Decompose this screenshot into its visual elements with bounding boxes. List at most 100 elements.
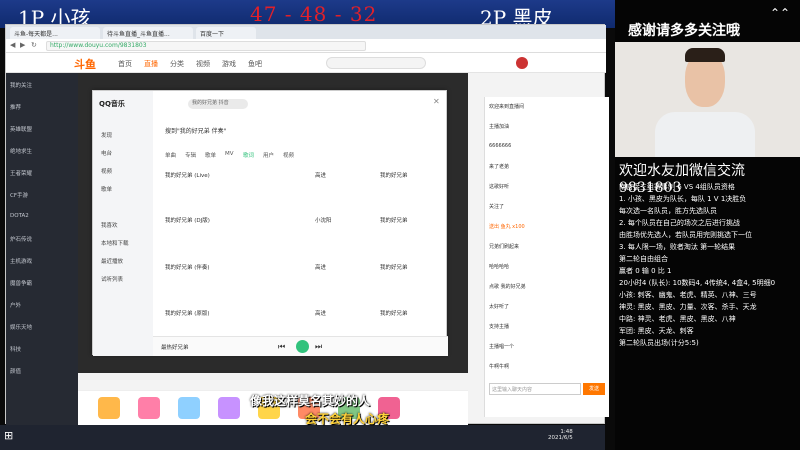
chat-message: 太好听了 xyxy=(489,304,510,310)
song-artist: 高进 xyxy=(315,265,327,271)
chat-message: 哈哈哈哈 xyxy=(489,264,510,270)
sidebar-item[interactable]: 我的关注 xyxy=(10,81,32,89)
chat-message: 6666666 xyxy=(489,143,512,149)
system-clock: 1:48 2021/6/5 xyxy=(548,429,573,441)
tab-3[interactable]: 百度一下 xyxy=(196,27,256,39)
site-logo[interactable]: 斗鱼 xyxy=(74,56,96,72)
rule-line: 由胜场优先选人，若队员用完则挑选下一位 xyxy=(619,231,752,239)
nav-games[interactable]: 游戏 xyxy=(222,59,236,69)
song-title: 我的好兄弟 (原版) xyxy=(165,311,210,317)
qq-search-input[interactable]: 我的好兄弟 抖音 xyxy=(188,99,248,109)
qq-tab[interactable]: MV xyxy=(225,151,234,157)
sidebar-item[interactable]: DOTA2 xyxy=(10,213,29,219)
back-icon[interactable]: ◀ xyxy=(10,41,15,49)
nav-yuba[interactable]: 鱼吧 xyxy=(248,59,262,69)
send-button[interactable]: 发送 xyxy=(583,383,605,395)
sidebar-item[interactable]: 颜值 xyxy=(10,367,21,375)
song-title: 我的好兄弟 (伴奏) xyxy=(165,265,210,271)
rule-line: 中路: 神灵、老虎、黑皮、黑皮、八神 xyxy=(619,315,736,323)
qq-side-item[interactable]: 试听列表 xyxy=(101,275,123,283)
qq-tab[interactable]: 专辑 xyxy=(185,151,196,159)
rule-line: 军团: 黑皮、天龙、刺客 xyxy=(619,327,694,335)
sidebar-item[interactable]: 户外 xyxy=(10,301,21,309)
nav-video[interactable]: 视频 xyxy=(196,59,210,69)
rule-line: 第二轮自由组合 xyxy=(619,255,668,263)
player-bar: 最热好兄弟 ⏮ ⏭ xyxy=(153,336,448,356)
nav-home[interactable]: 首页 xyxy=(118,59,132,69)
sidebar-item[interactable]: 魔兽争霸 xyxy=(10,279,32,287)
sidebar-item[interactable]: 英雄联盟 xyxy=(10,125,32,133)
gift-icon[interactable] xyxy=(98,397,120,419)
song-row[interactable]: 我的好兄弟 (伴奏) 高进 我的好兄弟 xyxy=(165,263,435,271)
song-row[interactable]: 我的好兄弟 (Live) 高进 我的好兄弟 xyxy=(165,171,435,179)
qq-side-item[interactable]: 发现 xyxy=(101,131,112,139)
song-artist: 高进 xyxy=(315,173,327,179)
gift-icon[interactable] xyxy=(218,397,240,419)
qq-tab[interactable]: 用户 xyxy=(263,151,274,159)
webcam-feed xyxy=(615,42,800,157)
sidebar-item[interactable]: 绝地求生 xyxy=(10,147,32,155)
qq-logo: QQ音乐 xyxy=(99,100,125,108)
search-hint: 搜到"我的好兄弟 伴奏" xyxy=(165,128,227,135)
streamer-hair xyxy=(685,48,725,62)
chevron-up-icon: ⌃⌃ xyxy=(770,6,791,20)
song-album: 我的好兄弟 xyxy=(380,311,408,317)
sidebar-item[interactable]: 主机游戏 xyxy=(10,257,32,265)
chat-panel: 欢迎来到直播间 主播加油 6666666 来了老弟 这歌好听 关注了 送出 鱼丸… xyxy=(484,97,609,417)
sidebar-item[interactable]: 王者荣耀 xyxy=(10,169,32,177)
chat-message: 欢迎来到直播间 xyxy=(489,104,525,110)
gift-icon[interactable] xyxy=(178,397,200,419)
rule-line: 20小时4 (队长): 10数码4, 4传统4, 4盒4, 5明细0 xyxy=(619,279,776,287)
close-icon[interactable]: ✕ xyxy=(433,97,440,106)
qq-side-item[interactable]: 我喜欢 xyxy=(101,221,118,229)
url-field[interactable]: http://www.douyu.com/9831803 xyxy=(46,41,366,51)
song-album: 我的好兄弟 xyxy=(380,265,408,271)
rules-panel: 欢迎水友加微信交流9831803 南宫接三组赛事制 6 VS 4组队员资格 1.… xyxy=(615,160,800,450)
qq-side-item[interactable]: 最近播放 xyxy=(101,257,123,265)
sidebar-item[interactable]: CF手游 xyxy=(10,191,28,199)
qq-tab[interactable]: 歌词 xyxy=(243,151,254,159)
windows-start-icon[interactable]: ⊞ xyxy=(4,429,20,445)
qq-music-window: QQ音乐 发现 电台 视频 歌单 我喜欢 本地和下载 最近播放 试听列表 我的好… xyxy=(92,90,448,356)
site-search-input[interactable] xyxy=(326,57,426,69)
qq-side-item[interactable]: 本地和下载 xyxy=(101,239,129,247)
qq-tab[interactable]: 单曲 xyxy=(165,151,176,159)
streamer-body xyxy=(655,112,755,157)
nav-category[interactable]: 分类 xyxy=(170,59,184,69)
nav-live[interactable]: 直播 xyxy=(144,59,158,69)
tab-1[interactable]: 斗鱼-每天都是... xyxy=(10,27,100,39)
song-album: 我的好兄弟 xyxy=(380,218,408,224)
avatar[interactable] xyxy=(516,57,528,69)
qq-tab[interactable]: 歌单 xyxy=(205,151,216,159)
refresh-icon[interactable]: ↻ xyxy=(31,41,37,49)
song-row[interactable]: 我的好兄弟 (原版) 高进 我的好兄弟 xyxy=(165,309,435,317)
play-button[interactable] xyxy=(296,340,309,353)
chat-input[interactable]: 这里输入聊天内容 xyxy=(489,383,581,395)
previous-icon[interactable]: ⏮ xyxy=(278,342,285,352)
chat-message: 兄弟们刷起来 xyxy=(489,244,520,250)
next-icon[interactable]: ⏭ xyxy=(315,342,322,352)
qq-tab[interactable]: 视频 xyxy=(283,151,294,159)
lyric-line: 像我这样莫名其妙的人 xyxy=(250,394,371,408)
chat-message: 关注了 xyxy=(489,204,505,210)
rule-line: 3. 每人限一场，败者淘汰 第一轮结果 xyxy=(619,243,736,251)
sidebar-item[interactable]: 娱乐天地 xyxy=(10,323,32,331)
tab-strip: 斗鱼-每天都是... 待斗鱼直播_斗鱼直播... 百度一下 xyxy=(6,25,606,39)
song-row[interactable]: 我的好兄弟 (DJ版) 小沈阳 我的好兄弟 xyxy=(165,216,435,224)
now-playing: 最热好兄弟 xyxy=(161,345,189,351)
forward-icon[interactable]: ▶ xyxy=(20,41,25,49)
rule-line: 2. 每个队员在自己的场次之后进行挑战 xyxy=(619,219,740,227)
qq-side-item[interactable]: 歌单 xyxy=(101,185,112,193)
site-nav: 斗鱼 首页 直播 分类 视频 游戏 鱼吧 xyxy=(6,53,606,73)
chat-message: 送出 鱼丸 x100 xyxy=(489,224,525,230)
qq-side-item[interactable]: 视频 xyxy=(101,167,112,175)
score-display: 47 - 48 - 32 xyxy=(250,2,378,26)
song-artist: 小沈阳 xyxy=(315,218,332,224)
gift-icon[interactable] xyxy=(138,397,160,419)
thanks-banner: 感谢请多多关注哦 xyxy=(628,23,740,39)
qq-side-item[interactable]: 电台 xyxy=(101,149,112,157)
tab-2[interactable]: 待斗鱼直播_斗鱼直播... xyxy=(103,27,193,39)
sidebar-item[interactable]: 推荐 xyxy=(10,103,21,111)
sidebar-item[interactable]: 炉石传说 xyxy=(10,235,32,243)
sidebar-item[interactable]: 科技 xyxy=(10,345,21,353)
